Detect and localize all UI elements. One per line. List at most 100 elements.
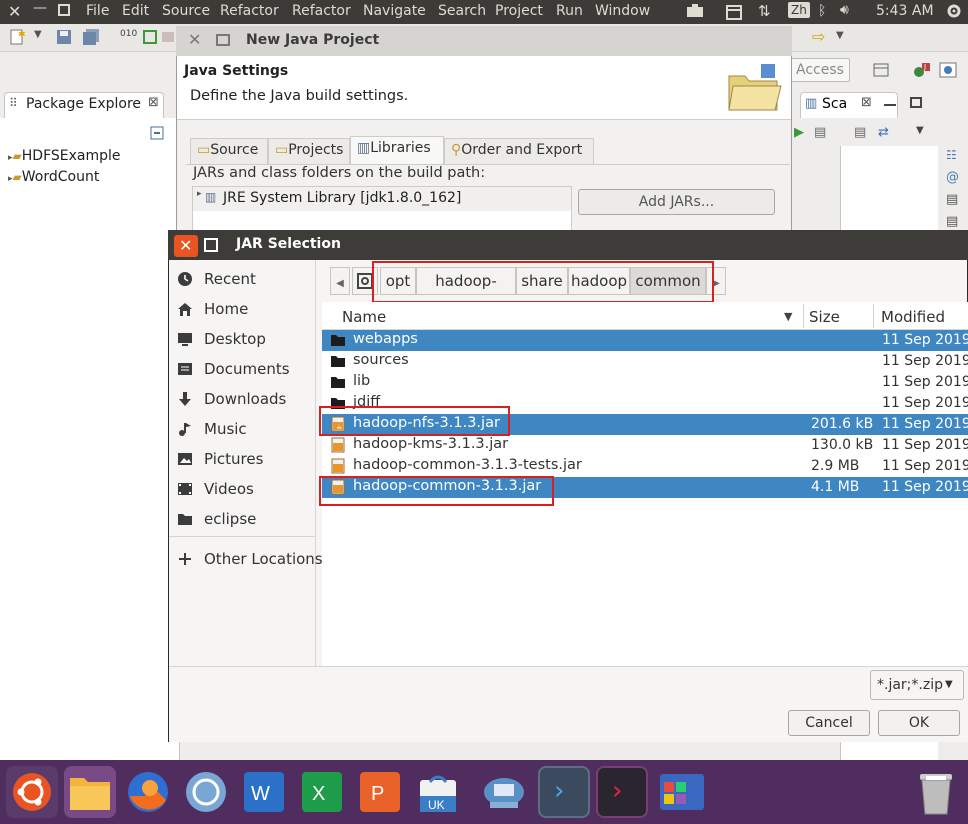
close-button[interactable]: ✕ [174, 235, 198, 257]
sidebar-item-eclipse[interactable]: eclipse [176, 507, 256, 531]
new-icon[interactable]: ✱ [8, 28, 26, 46]
maximize-view-icon[interactable] [910, 97, 922, 108]
trash-button[interactable] [910, 766, 962, 818]
maximize-icon[interactable] [204, 238, 218, 252]
save-all-icon[interactable] [82, 29, 100, 45]
menu-source[interactable]: Source [162, 3, 210, 19]
menu-run[interactable]: Run [556, 3, 583, 19]
tab-package-explorer[interactable]: ⠿ Package Explore ⊠ [4, 92, 164, 118]
close-tab-icon[interactable]: ⊠ [148, 95, 159, 110]
sidebar-item-downloads[interactable]: Downloads [176, 387, 286, 411]
clock[interactable]: 5:43 AM [876, 3, 934, 19]
ubuntu-menu-button[interactable] [6, 766, 58, 818]
tree-item-hdfsexample[interactable]: ▸▰HDFSExample [8, 148, 121, 164]
sidebar-item-pictures[interactable]: Pictures [176, 447, 263, 471]
javadoc-icon[interactable]: ▤ [946, 192, 958, 207]
sidebar-item-music[interactable]: Music [176, 417, 247, 441]
quick-access-input[interactable]: Access [790, 58, 850, 82]
file-row[interactable]: webapps 11 Sep 2019 [322, 330, 968, 351]
debug-perspective-icon[interactable] [938, 60, 958, 80]
firefox-button[interactable] [122, 766, 174, 818]
sidebar-item-recent[interactable]: Recent [176, 267, 256, 291]
view-menu-icon[interactable]: ▼ [916, 125, 924, 136]
word-button[interactable]: W [238, 766, 290, 818]
perspective-icon[interactable] [872, 60, 890, 78]
dropdown-icon[interactable]: ▼ [34, 29, 42, 40]
toolbar-icon[interactable] [160, 29, 176, 45]
add-jars-button[interactable]: Add JARs... [578, 189, 775, 215]
declaration-icon[interactable]: ▤ [946, 214, 958, 229]
menu-file[interactable]: File [86, 3, 109, 19]
spreadsheet-button[interactable]: X [296, 766, 348, 818]
store-button[interactable]: UK [412, 766, 464, 818]
path-scroll-left-button[interactable]: ◀ [330, 267, 350, 295]
file-row[interactable]: hadoop-kms-3.1.3.jar 130.0 kB 11 Sep 201… [322, 435, 968, 456]
close-icon[interactable]: ✕ [8, 2, 21, 21]
list-item[interactable]: ▸ ▥ JRE System Library [jdk1.8.0_162] [193, 187, 571, 211]
maximize-icon[interactable] [58, 4, 70, 16]
menu-project[interactable]: Project [495, 3, 543, 19]
sidebar-item-home[interactable]: Home [176, 297, 248, 321]
file-row[interactable]: sources 11 Sep 2019 [322, 351, 968, 372]
keyboard-layout[interactable]: Zh [788, 2, 810, 18]
tasks-icon[interactable]: ☷ [946, 148, 957, 162]
close-tab-icon[interactable]: ⊠ [861, 95, 872, 110]
tree-item-wordcount[interactable]: ▸▰WordCount [8, 169, 99, 185]
run-icon[interactable]: ▶ [794, 125, 804, 140]
bluetooth-icon[interactable]: ᛒ [818, 3, 826, 19]
column-separator[interactable] [873, 304, 874, 328]
files-app-button[interactable] [64, 766, 116, 818]
menu-edit[interactable]: Edit [122, 3, 149, 19]
browser-button[interactable] [180, 766, 232, 818]
gear-icon[interactable] [946, 3, 962, 19]
sidebar-item-documents[interactable]: Documents [176, 357, 290, 381]
file-row[interactable]: lib 11 Sep 2019 [322, 372, 968, 393]
expand-arrow-icon[interactable]: ▸ [197, 189, 202, 199]
cancel-button[interactable]: Cancel [788, 710, 870, 736]
ok-button[interactable]: OK [878, 710, 960, 736]
link-icon[interactable]: ⇄ [878, 125, 889, 140]
save-icon[interactable] [56, 29, 72, 45]
tab-projects[interactable]: ▭Projects [268, 138, 350, 164]
column-separator[interactable] [803, 304, 804, 328]
menu-refactor[interactable]: Refactor [220, 3, 279, 19]
minimize-icon[interactable]: — [33, 0, 47, 16]
column-header-size[interactable]: Size [809, 308, 840, 326]
puzzle-icon[interactable] [686, 4, 704, 20]
close-icon[interactable]: ✕ [188, 30, 201, 49]
forward-icon[interactable]: ⇨ [812, 27, 825, 46]
remote-desktop-button[interactable] [478, 766, 530, 818]
sidebar-item-desktop[interactable]: Desktop [176, 327, 266, 351]
menu-window[interactable]: Window [595, 3, 650, 19]
sidebar-item-videos[interactable]: Videos [176, 477, 254, 501]
minimize-view-icon[interactable] [884, 104, 896, 106]
menu-search[interactable]: Search [438, 3, 486, 19]
tab-order-export[interactable]: ⚲Order and Export [444, 138, 594, 164]
column-header-modified[interactable]: Modified [881, 308, 945, 326]
cli-app-button[interactable]: › [596, 766, 648, 818]
doc-icon[interactable]: ▤ [814, 125, 826, 140]
workspace-switcher-button[interactable] [656, 766, 708, 818]
calendar-icon[interactable] [726, 4, 742, 20]
filter-icon[interactable]: ▤ [854, 125, 866, 140]
network-icon[interactable]: ⇅ [758, 2, 771, 20]
forward-dropdown-icon[interactable]: ▼ [836, 30, 844, 41]
tab-source[interactable]: ▭Source [190, 138, 268, 164]
file-type-filter-select[interactable]: *.jar;*.zip ▼ [870, 670, 964, 700]
column-header-name[interactable]: Name [342, 308, 386, 326]
sort-descending-icon[interactable]: ▼ [784, 310, 792, 323]
sidebar-item-other-locations[interactable]: Other Locations [176, 547, 323, 571]
tab-libraries[interactable]: ▥Libraries [350, 136, 444, 164]
collapse-all-icon[interactable] [150, 126, 164, 140]
at-icon[interactable]: @ [946, 170, 959, 185]
terminal-app-button[interactable]: › [538, 766, 590, 818]
presentation-button[interactable]: P [354, 766, 406, 818]
menu-navigate[interactable]: Navigate [363, 3, 426, 19]
build-icon[interactable] [142, 29, 158, 45]
binary-icon[interactable]: 010 [120, 29, 137, 39]
maximize-icon[interactable] [216, 34, 230, 46]
menu-refactor-2[interactable]: Refactor [292, 3, 351, 19]
volume-icon[interactable]: 🔊︎ [840, 2, 849, 18]
file-row[interactable]: hadoop-common-3.1.3-tests.jar 2.9 MB 11 … [322, 456, 968, 477]
java-perspective-icon[interactable]: J [912, 60, 932, 80]
